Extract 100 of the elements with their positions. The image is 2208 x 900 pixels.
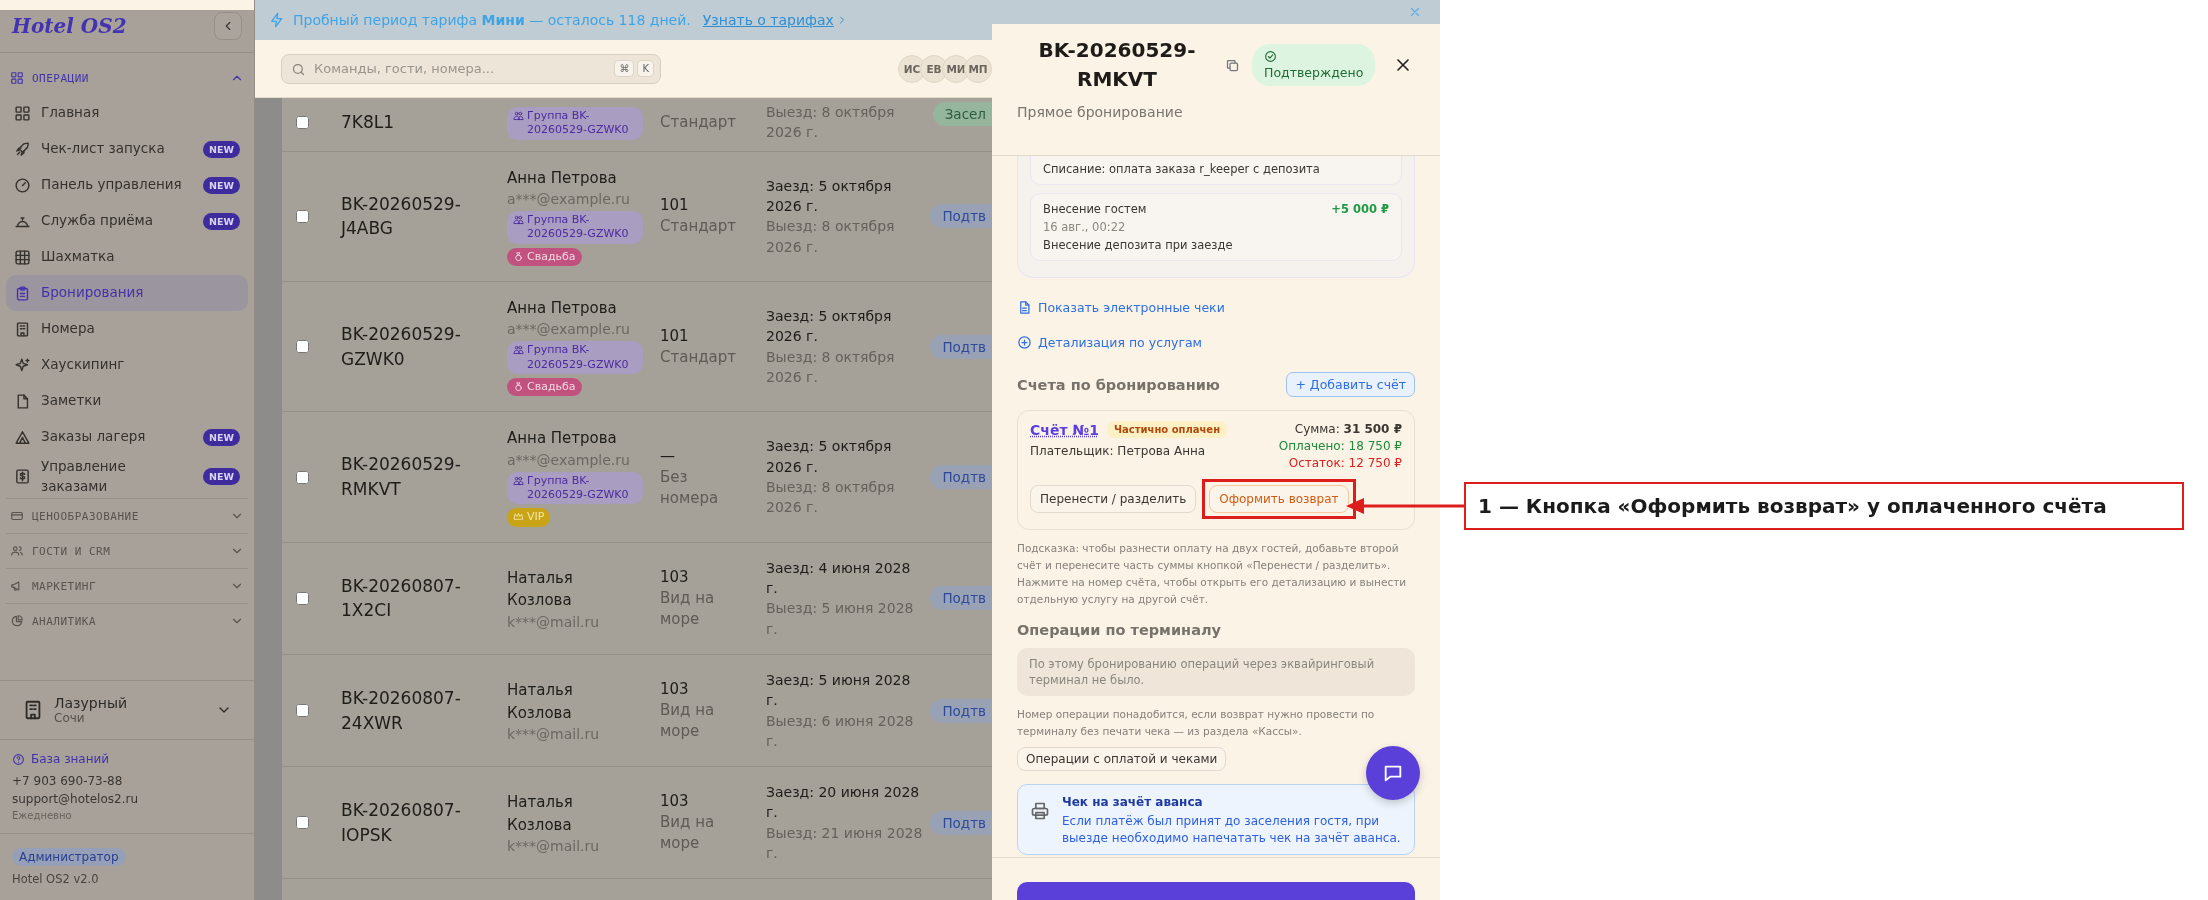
nav-item[interactable]: Чек-лист запуска NEW xyxy=(6,131,248,167)
nav-item[interactable]: Хаускипинг xyxy=(6,347,248,383)
nav-section-header[interactable]: ОПЕРАЦИИ xyxy=(6,61,248,95)
transaction-time: 16 авг., 00:22 xyxy=(1043,220,1127,234)
booking-title: BK-20260529-RMKVT xyxy=(1037,37,1197,93)
row-checkbox[interactable] xyxy=(296,470,309,484)
nav-section-header[interactable]: ЦЕНООБРАЗОВАНИЕ xyxy=(6,498,248,534)
row-checkbox[interactable] xyxy=(296,591,309,605)
room-type: Вид на море xyxy=(660,700,716,743)
support-hours: Ежедневно xyxy=(12,810,73,821)
check-out-date: Выезд: 5 июня 2028 г. xyxy=(766,599,915,639)
check-out-date: Выезд: 8 октября 2026 г. xyxy=(766,347,896,387)
invoice-paid: Оплачено: 18 750 ₽ xyxy=(1278,437,1402,455)
nav-item[interactable]: Заметки xyxy=(6,383,248,419)
room-number: 103 xyxy=(660,679,690,701)
transaction-title: Внесение гостем xyxy=(1043,202,1147,216)
plus-circle-icon xyxy=(1017,335,1032,350)
drawer-link[interactable]: Детализация по услугам xyxy=(1017,335,1203,350)
invoice-number-link[interactable]: Счёт №1 xyxy=(1030,421,1099,438)
users-icon xyxy=(10,544,24,559)
app-version: Hotel OS2 v2.0 xyxy=(12,872,99,886)
check-out-date: Выезд: 21 июня 2028 г. xyxy=(766,823,924,864)
transfer-button[interactable]: Перенести / разделить xyxy=(1030,485,1197,514)
people-icon xyxy=(513,474,524,486)
check-out-date: Выезд: 8 октября 2026 г. xyxy=(766,103,896,143)
table-icon xyxy=(14,248,31,266)
hotel-city: Сочи xyxy=(54,711,86,725)
booking-id: 7K8L1 xyxy=(341,110,396,134)
add-invoice-button[interactable]: + Добавить счёт xyxy=(1286,372,1415,397)
room-type: Вид на море xyxy=(660,587,716,630)
status-badge: Засел xyxy=(932,102,992,126)
check-out-date: Выезд: 6 июня 2028 г. xyxy=(766,711,915,751)
guest-name: Анна Петрова xyxy=(507,298,617,319)
row-checkbox[interactable] xyxy=(296,340,309,354)
new-badge: NEW xyxy=(203,140,240,158)
room-number: 103 xyxy=(660,566,690,588)
tent-icon xyxy=(14,428,31,446)
booking-id: BK-20260807-24XWR xyxy=(341,686,462,735)
room-type: Стандарт xyxy=(660,346,738,368)
app-logo: Hotel OS2 xyxy=(12,14,127,38)
booking-id: BK-20260529-RMKVT xyxy=(341,453,462,502)
nav-section-header[interactable]: МАРКЕТИНГ xyxy=(6,568,248,604)
status-badge: Подтв xyxy=(930,810,992,835)
nav-item[interactable]: Панель управления NEW xyxy=(6,167,248,203)
dollar-icon xyxy=(14,468,31,486)
empty-state-text: По этому бронированию операций через эквайринговый терминал не было. xyxy=(1017,647,1415,696)
room-number: 101 xyxy=(660,325,690,347)
room-type: Вид на море xyxy=(660,812,716,855)
refund-button[interactable]: Оформить возврат xyxy=(1209,485,1349,514)
vip-tag: VIP xyxy=(507,508,551,527)
row-checkbox[interactable] xyxy=(296,209,309,223)
ring-icon xyxy=(513,250,524,262)
user-avatar[interactable]: МП xyxy=(964,54,992,83)
row-checkbox[interactable] xyxy=(296,816,309,830)
callout-label: 1 — Кнопка «Оформить возврат» у оплаченного счёта xyxy=(1464,482,2184,530)
room-number: 101 xyxy=(660,195,690,217)
payment-operations-button[interactable]: Операции с оплатой и чеками xyxy=(1017,747,1227,772)
document-icon xyxy=(1017,300,1032,315)
nav-item[interactable]: Главная xyxy=(6,95,248,131)
copy-icon[interactable] xyxy=(1225,57,1240,73)
nav-item[interactable]: Служба приёма NEW xyxy=(6,203,248,239)
guest-name: Анна Петрова xyxy=(507,167,617,189)
guest-email: a***@example.ru xyxy=(507,321,630,338)
notice-title: Чек на зачёт аванса xyxy=(1062,795,1204,810)
hotel-switcher[interactable]: Лазурный Сочи xyxy=(0,680,254,740)
nav-item[interactable]: Номера xyxy=(6,311,248,347)
check-in-date: Заезд: 5 октября 2026 г. xyxy=(766,437,893,477)
clipboard-icon xyxy=(14,284,31,302)
drawer-link[interactable]: Показать электронные чеки xyxy=(1017,300,1225,315)
check-out-date: Выезд: 8 октября 2026 г. xyxy=(766,217,896,257)
invoice-balance: Остаток: 12 750 ₽ xyxy=(1288,454,1402,472)
nav-item[interactable]: Бронирования xyxy=(6,275,248,311)
hotel-name: Лазурный xyxy=(54,695,129,711)
nav-item[interactable]: Управление заказами NEW xyxy=(6,455,248,499)
booking-id: BK-20260807-1X2CI xyxy=(341,574,462,623)
guest-name: Наталья Козлова xyxy=(507,792,574,836)
status-badge: Подтв xyxy=(930,465,992,490)
transaction-description: Списание: оплата заказа r_keeper с депозита xyxy=(1043,162,1321,176)
check-in-date: Заезд: 4 июня 2028 г. xyxy=(766,558,912,599)
booking-source: Прямое бронирование xyxy=(1017,104,1184,120)
crown-icon xyxy=(513,511,524,523)
row-checkbox[interactable] xyxy=(296,704,309,718)
support-phone: +7 903 690-73-88 xyxy=(12,774,124,788)
terminal-note: Номер операции понадобится, если возврат нужно провести по терминалу без печати чека — из раздела «Кассы». xyxy=(1017,706,1376,739)
gauge-icon xyxy=(14,176,31,194)
status-badge: Подтв xyxy=(930,334,992,359)
hint-text: Подсказка: чтобы разнести оплату на двух гостей, добавьте второй счёт и перенесите часть суммы кнопкой «Перенести / разделить». Нажмите на номер счёта, чтобы открыть его детализацию и вынести отдельную услугу на другой счёт. xyxy=(1017,541,1408,607)
nav-item[interactable]: Шахматка xyxy=(6,239,248,275)
group-tag: Группа BK-20260529-GZWK0 xyxy=(507,211,643,244)
row-checkbox[interactable] xyxy=(296,115,309,129)
guest-email: k***@mail.ru xyxy=(507,838,600,855)
group-tag: Группа BK-20260529-GZWK0 xyxy=(507,341,643,375)
support-email: support@hotelos2.ru xyxy=(12,792,140,806)
pie-chart-icon xyxy=(10,614,24,629)
nav-section-header[interactable]: ГОСТИ И CRM xyxy=(6,533,248,569)
nav-section-header[interactable]: АНАЛИТИКА xyxy=(6,603,248,639)
nav-item[interactable]: Заказы лагеря NEW xyxy=(6,419,248,455)
wedding-tag: Свадьба xyxy=(507,247,582,266)
knowledge-base-link[interactable]: База знаний xyxy=(12,752,242,766)
booking-id: BK-20260529-GZWK0 xyxy=(341,323,462,371)
